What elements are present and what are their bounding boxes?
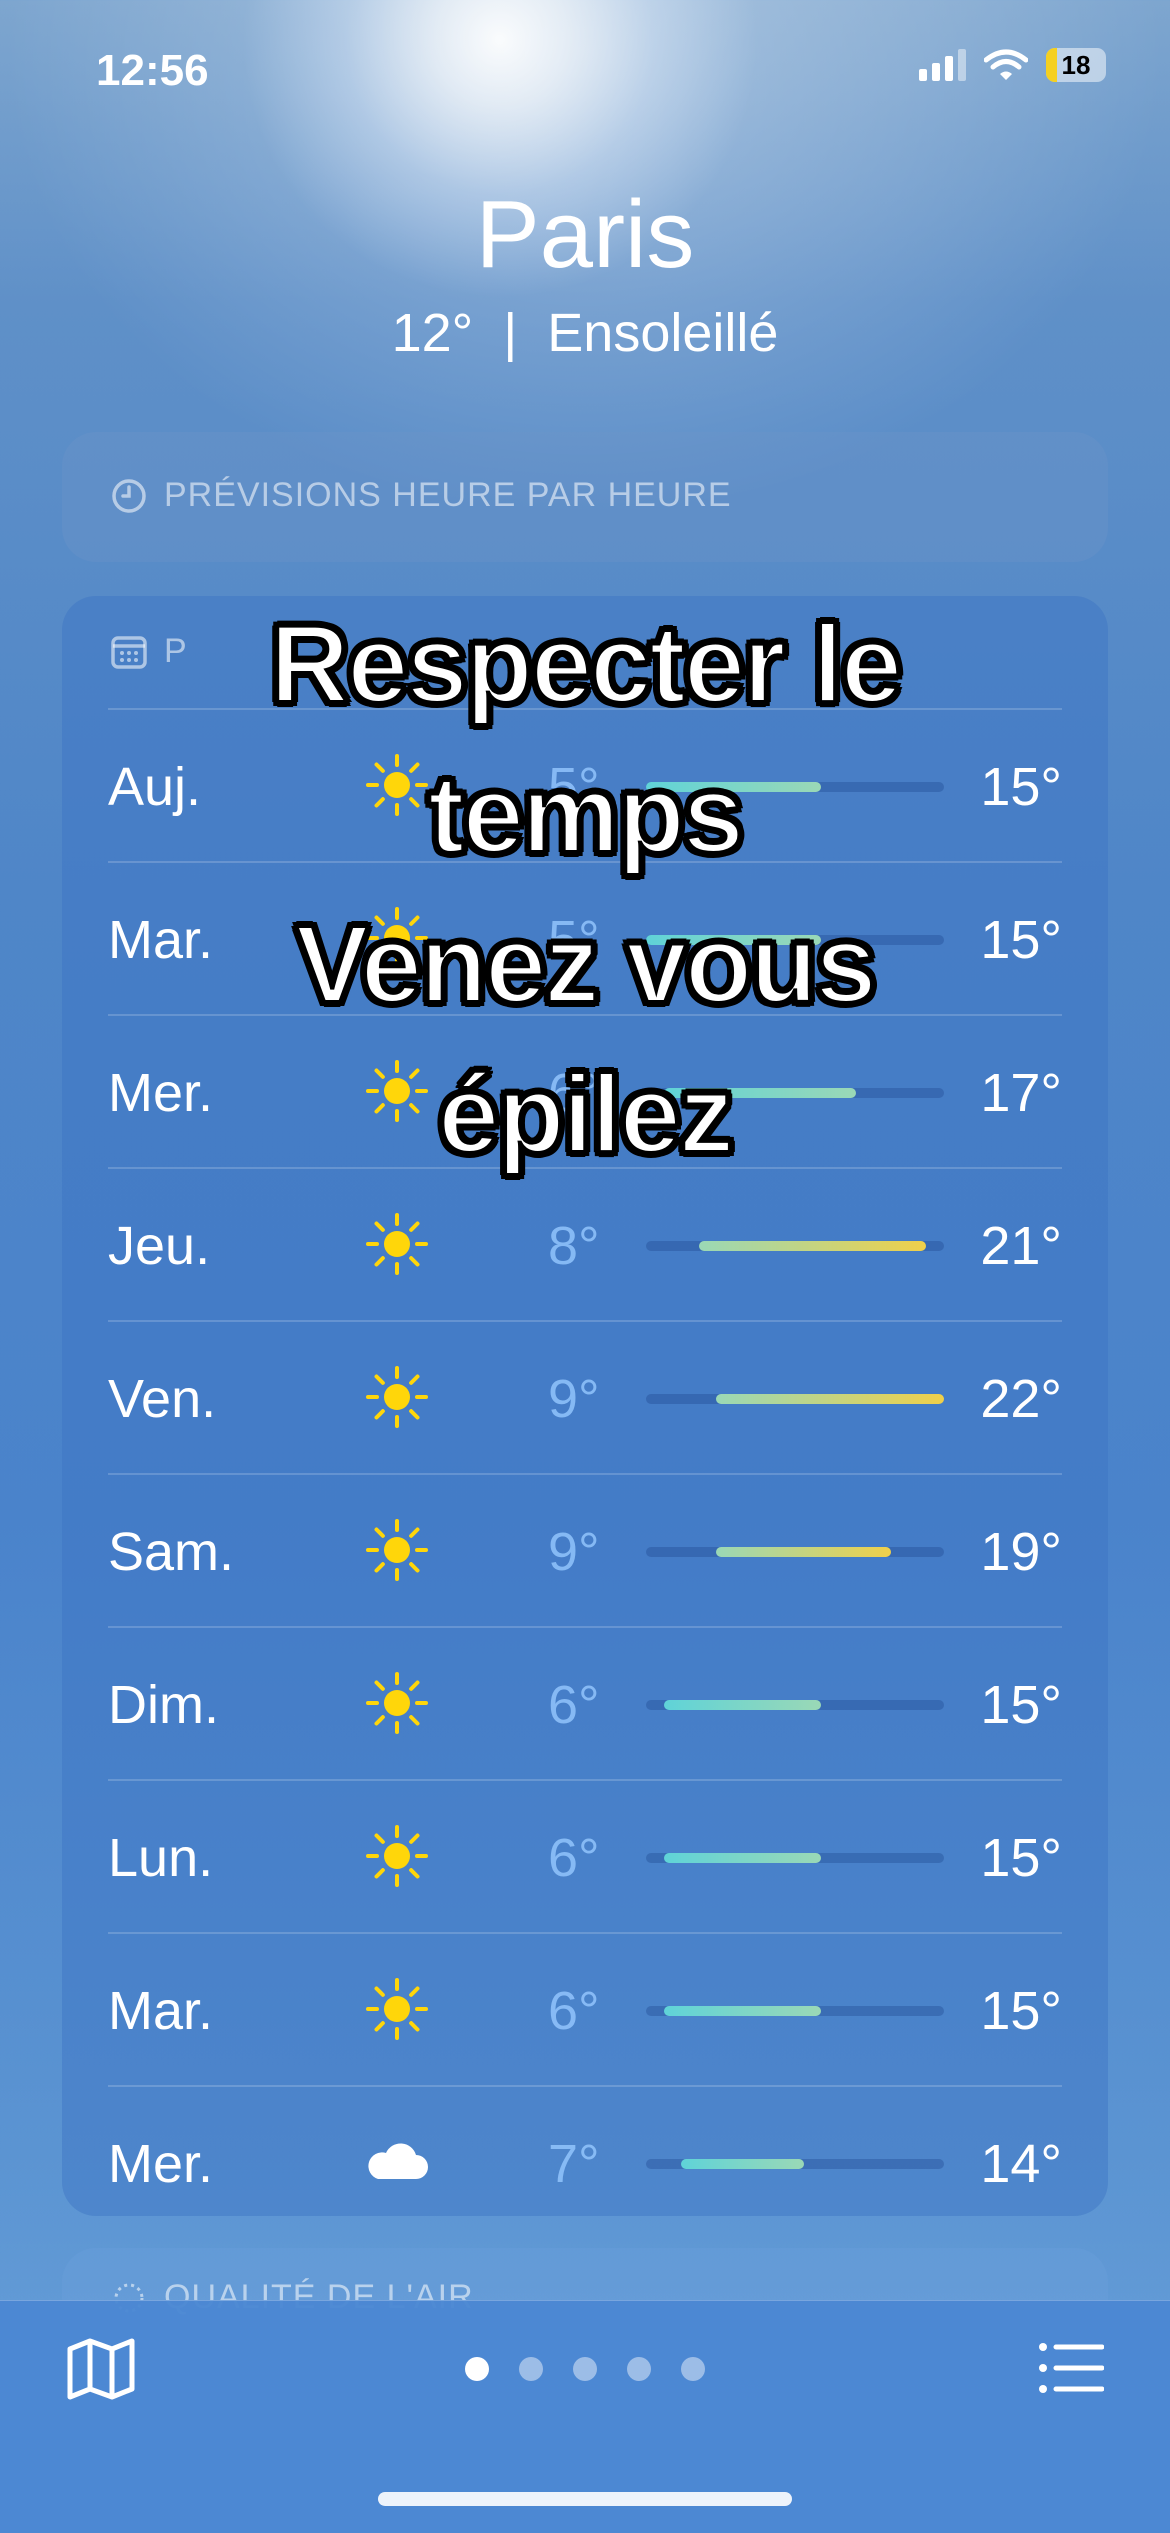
temp-range-bar — [663, 1853, 822, 1863]
temp-range-track — [646, 1700, 944, 1710]
day-label: Ven. — [108, 1369, 217, 1429]
forecast-row: Mar. 6° 15° — [108, 1932, 1062, 2085]
temp-range-bar — [716, 1547, 892, 1557]
temp-range-track — [646, 1241, 944, 1251]
day-label: Lun. — [108, 1828, 214, 1888]
current-summary: 12° | Ensoleillé — [391, 303, 779, 363]
day-label: Mer. — [108, 2134, 214, 2194]
hourly-title-text: PRÉVISIONS HEURE PAR HEURE — [164, 476, 732, 514]
sun-icon — [362, 1515, 432, 1585]
sun-icon — [362, 1668, 432, 1738]
caption-line-3: Venez vous — [293, 901, 878, 1028]
temp-range-bar — [681, 2159, 804, 2169]
high-temp: 15° — [980, 1828, 1062, 1888]
caption-line-2: temps — [426, 751, 746, 878]
high-temp: 15° — [980, 1981, 1062, 2041]
wifi-icon — [984, 49, 1028, 80]
clock-icon — [112, 478, 146, 513]
home-indicator[interactable] — [378, 2492, 792, 2506]
temp-range-bar — [663, 1700, 822, 1710]
high-temp: 15° — [980, 1675, 1062, 1735]
cloud-icon — [362, 2127, 432, 2197]
forecast-row: Sam. 9° 19° — [108, 1473, 1062, 1626]
battery-level: 18 — [1061, 49, 1091, 80]
low-temp: 6° — [548, 1675, 600, 1735]
page-dot[interactable] — [681, 2357, 705, 2381]
temp-range-bar — [698, 1241, 927, 1251]
hourly-forecast-card[interactable]: PRÉVISIONS HEURE PAR HEURE — [62, 432, 1108, 562]
temp-range-track — [646, 1853, 944, 1863]
caption-line-1: Respecter le — [268, 601, 904, 728]
low-temp: 6° — [548, 1981, 600, 2041]
sun-icon — [362, 1821, 432, 1891]
low-temp: 9° — [548, 1369, 600, 1429]
day-label: Sam. — [108, 1522, 235, 1582]
day-label: Mar. — [108, 1981, 214, 2041]
page-dot[interactable] — [627, 2357, 651, 2381]
low-temp: 9° — [548, 1522, 600, 1582]
status-bar: 12:56 18 — [0, 0, 1170, 140]
cellular-signal-icon — [919, 49, 966, 81]
day-label: Dim. — [108, 1675, 219, 1735]
page-dot[interactable] — [573, 2357, 597, 2381]
temp-range-track — [646, 2006, 944, 2016]
temp-range-track — [646, 2159, 944, 2169]
caption-overlay: Respecter le temps Venez vous épilez — [0, 590, 1170, 1190]
city-name: Paris — [475, 181, 695, 288]
forecast-row: Lun. 6° 15° — [108, 1779, 1062, 1932]
low-temp: 8° — [548, 1216, 600, 1276]
hourly-title: PRÉVISIONS HEURE PAR HEURE — [110, 476, 732, 515]
battery-icon: 18 — [1046, 48, 1106, 82]
high-temp: 19° — [980, 1522, 1062, 1582]
high-temp: 14° — [980, 2134, 1062, 2194]
sun-icon — [362, 1362, 432, 1432]
forecast-row: Dim. 6° 15° — [108, 1626, 1062, 1779]
temp-range-track — [646, 1547, 944, 1557]
temp-range-bar — [663, 2006, 822, 2016]
page-dot[interactable] — [519, 2357, 543, 2381]
temp-range-track — [646, 1394, 944, 1404]
sun-icon — [362, 1209, 432, 1279]
sun-icon — [362, 1974, 432, 2044]
status-time: 12:56 — [96, 46, 209, 95]
caption-line-4: épilez — [436, 1051, 736, 1178]
forecast-row: Ven. 9° 22° — [108, 1320, 1062, 1473]
high-temp: 21° — [980, 1216, 1062, 1276]
day-label: Jeu. — [108, 1216, 211, 1276]
high-temp: 22° — [980, 1369, 1062, 1429]
page-dot[interactable] — [465, 2357, 489, 2381]
forecast-row: Mer. 7° 14° — [108, 2085, 1062, 2238]
low-temp: 6° — [548, 1828, 600, 1888]
low-temp: 7° — [548, 2134, 600, 2194]
page-indicator[interactable] — [0, 2357, 1170, 2381]
temp-range-bar — [716, 1394, 944, 1404]
battery-fill — [1046, 48, 1057, 82]
location-header: Paris 12° | Ensoleillé — [0, 180, 1170, 364]
list-icon[interactable] — [1038, 2341, 1104, 2395]
status-icons: 18 — [919, 48, 1106, 82]
